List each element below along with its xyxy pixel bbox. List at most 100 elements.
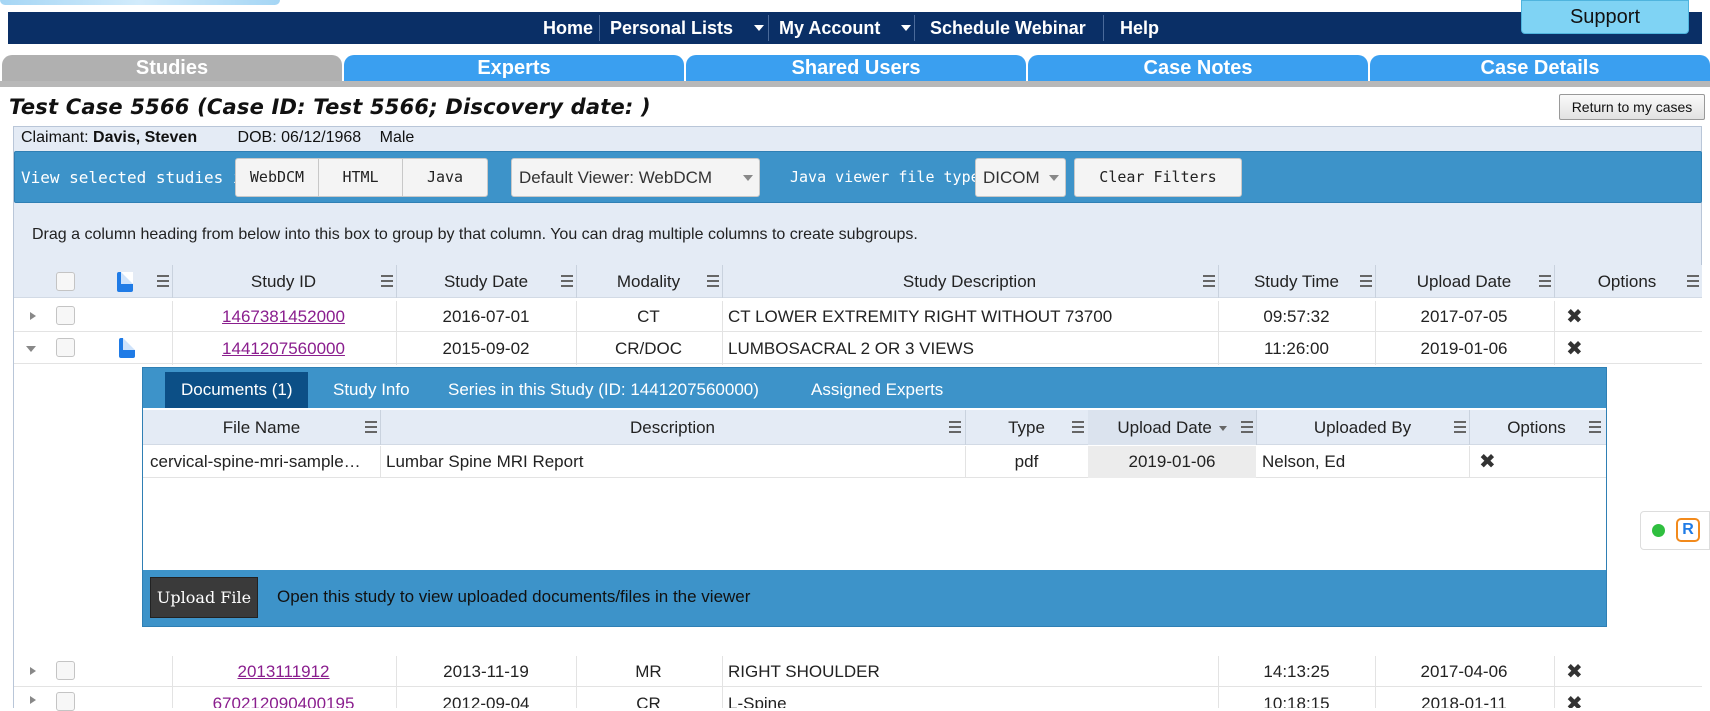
chevron-down-icon[interactable] (754, 25, 764, 31)
tab-documents[interactable]: Documents (1) (165, 372, 309, 408)
study-id-link[interactable]: 1467381452000 (172, 301, 395, 332)
header-uploaded-by[interactable]: Uploaded By (1256, 410, 1469, 445)
header-study-id[interactable]: Study ID (172, 265, 395, 298)
open-study-hint: Open this study to view uploaded documen… (277, 587, 751, 606)
header-study-description[interactable]: Study Description (722, 265, 1217, 298)
header-type[interactable]: Type (965, 410, 1088, 445)
column-menu-icon[interactable] (707, 275, 719, 287)
view-java-button[interactable]: Java (402, 158, 488, 197)
grid-line (722, 656, 723, 708)
claimant-dob: DOB: 06/12/1968 (237, 129, 362, 146)
header-file-name[interactable]: File Name (143, 410, 380, 445)
tab-series[interactable]: Series in this Study (ID: 1441207560000) (448, 372, 759, 408)
header-options: Options (1597, 272, 1657, 291)
document-file-name[interactable]: cervical-spine-mri-sample… (150, 446, 376, 478)
expand-row-icon[interactable] (30, 312, 36, 320)
tab-shared-users[interactable]: Shared Users (686, 55, 1026, 82)
tab-experts[interactable]: Experts (344, 55, 684, 82)
java-file-type-select[interactable]: DICOM (975, 158, 1066, 197)
grid-line (1218, 656, 1219, 708)
study-id-link[interactable]: 670212090400195 (172, 688, 395, 708)
default-viewer-value: Default Viewer: WebDCM (519, 168, 713, 187)
java-file-type-label: Java viewer file type: (790, 168, 989, 186)
delete-icon[interactable]: ✖ (1566, 307, 1583, 327)
study-upload-date: 2019-01-06 (1420, 339, 1508, 358)
claimant-sex: Male (379, 129, 415, 146)
column-menu-icon[interactable] (381, 275, 393, 287)
column-menu-icon[interactable] (1589, 421, 1601, 433)
select-all-checkbox[interactable] (56, 272, 75, 291)
document-icon (117, 272, 133, 292)
column-menu-icon[interactable] (949, 421, 961, 433)
header-study-time[interactable]: Study Time (1218, 265, 1375, 298)
column-menu-icon[interactable] (1241, 421, 1253, 433)
study-date: 2015-09-02 (442, 339, 530, 358)
nav-schedule-webinar[interactable]: Schedule Webinar (930, 12, 1086, 44)
delete-icon[interactable]: ✖ (1566, 694, 1583, 708)
delete-icon[interactable]: ✖ (1566, 662, 1583, 682)
header-description[interactable]: Description (380, 410, 965, 445)
grid-line (1375, 301, 1376, 365)
column-menu-icon[interactable] (365, 421, 377, 433)
column-menu-icon[interactable] (1072, 421, 1084, 433)
study-time: 11:26:00 (1264, 339, 1329, 358)
delete-icon[interactable]: ✖ (1479, 452, 1496, 472)
delete-icon[interactable]: ✖ (1566, 339, 1583, 359)
support-button[interactable]: Support (1521, 0, 1689, 34)
study-upload-date: 2017-04-06 (1420, 662, 1508, 681)
clear-filters-button[interactable]: Clear Filters (1074, 158, 1242, 197)
document-icon[interactable] (119, 338, 135, 358)
view-html-button[interactable]: HTML (318, 158, 403, 197)
header-upload-date[interactable]: Upload Date (1088, 410, 1256, 445)
tab-study-info[interactable]: Study Info (333, 372, 410, 408)
column-menu-icon[interactable] (1360, 275, 1372, 287)
chevron-down-icon[interactable] (901, 25, 911, 31)
collapse-row-icon[interactable] (26, 346, 36, 352)
top-nav: Home Personal Lists My Account Schedule … (8, 12, 1702, 44)
tab-case-details[interactable]: Case Details (1370, 55, 1710, 82)
header-study-date[interactable]: Study Date (396, 265, 576, 298)
study-id-link[interactable]: 1441207560000 (172, 333, 395, 364)
nav-personal-lists[interactable]: Personal Lists (610, 12, 733, 44)
chevron-down-icon (1049, 175, 1059, 181)
header-upload-date[interactable]: Upload Date (1375, 265, 1553, 298)
study-date: 2013-11-19 (443, 662, 529, 681)
nav-divider (768, 15, 769, 41)
grid-line (1554, 301, 1555, 365)
row-checkbox[interactable] (56, 306, 75, 325)
study-id-link[interactable]: 2013111912 (172, 656, 395, 687)
view-in-label: View selected studies in: (21, 168, 262, 187)
grid-line (396, 656, 397, 708)
row-checkbox[interactable] (56, 338, 75, 357)
header-modality[interactable]: Modality (576, 265, 721, 298)
app-logo-icon[interactable]: R (1676, 518, 1700, 542)
view-webdcm-button[interactable]: WebDCM (235, 158, 319, 197)
expand-row-icon[interactable] (30, 667, 36, 675)
nav-help[interactable]: Help (1120, 12, 1159, 44)
expand-row-icon[interactable] (30, 696, 36, 704)
column-menu-icon[interactable] (561, 275, 573, 287)
column-menu-icon[interactable] (1687, 275, 1699, 287)
study-date: 2012-09-04 (442, 694, 530, 708)
upload-file-button[interactable]: Upload File (150, 577, 258, 618)
grid-line (172, 301, 173, 365)
column-menu-icon[interactable] (1454, 421, 1466, 433)
tab-case-notes[interactable]: Case Notes (1028, 55, 1368, 82)
nav-home[interactable]: Home (543, 12, 593, 44)
case-title: Test Case 5566 (Case ID: Test 5566; Disc… (9, 95, 651, 119)
tab-assigned-experts[interactable]: Assigned Experts (811, 372, 943, 408)
return-to-my-cases-button[interactable]: Return to my cases (1559, 94, 1705, 120)
column-menu-icon[interactable] (1539, 275, 1551, 287)
row-checkbox[interactable] (56, 661, 75, 680)
nav-my-account[interactable]: My Account (779, 12, 880, 44)
grid-line (1375, 656, 1376, 708)
study-modality: CT (637, 307, 660, 326)
grid-line (172, 656, 173, 708)
nav-divider (1103, 15, 1104, 41)
tab-studies[interactable]: Studies (2, 55, 342, 82)
grid-line (1554, 656, 1555, 708)
column-menu-icon[interactable] (157, 275, 169, 287)
default-viewer-select[interactable]: Default Viewer: WebDCM (511, 158, 760, 197)
row-checkbox[interactable] (56, 692, 75, 711)
column-menu-icon[interactable] (1203, 275, 1215, 287)
